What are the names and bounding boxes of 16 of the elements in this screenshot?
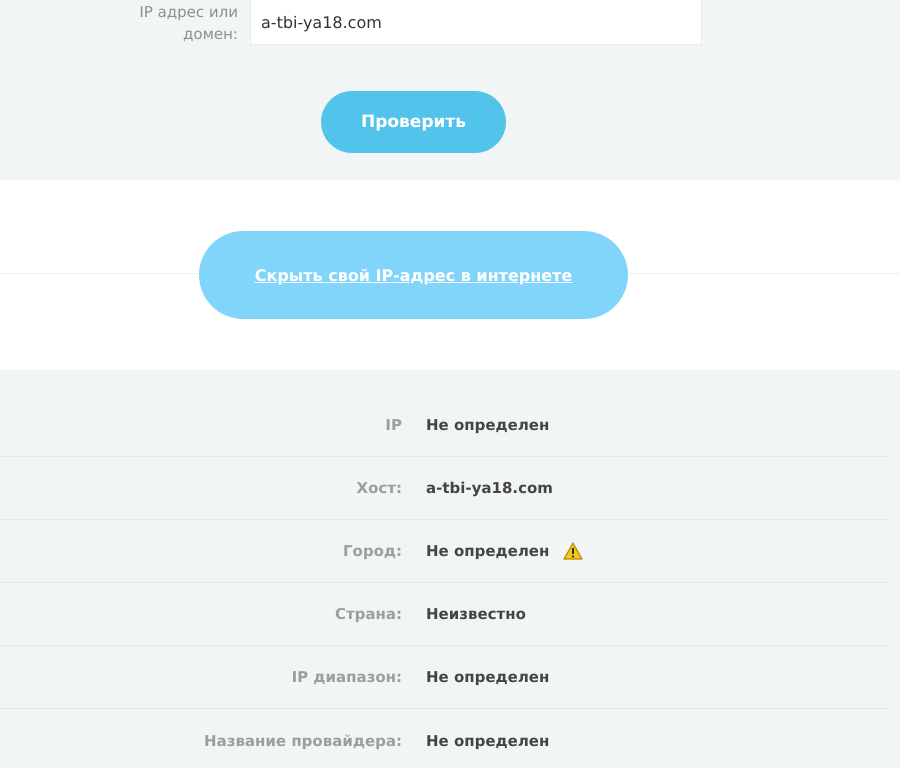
result-label: Город: [342,542,402,560]
hide-ip-button[interactable]: Скрыть свой IP-адрес в интернете [199,231,628,319]
result-value: Не определен [426,668,550,686]
result-label: IP диапазон: [290,668,402,686]
result-label: Название провайдера: [203,732,402,750]
result-label: Страна: [334,605,402,623]
result-label: IP [384,416,402,434]
result-label: Хост: [356,479,402,497]
result-value: Неизвестно [426,605,526,623]
field-label: IP адрес или домен: [138,2,239,44]
result-value: Не определен [426,416,550,434]
result-value: Не определен [426,732,550,750]
domain-input-field[interactable]: a-tbi-ya18.com [250,0,702,45]
result-value: a-tbi-ya18.com [426,479,553,497]
check-button[interactable]: Проверить [321,91,506,153]
result-value: Не определен [426,542,550,560]
